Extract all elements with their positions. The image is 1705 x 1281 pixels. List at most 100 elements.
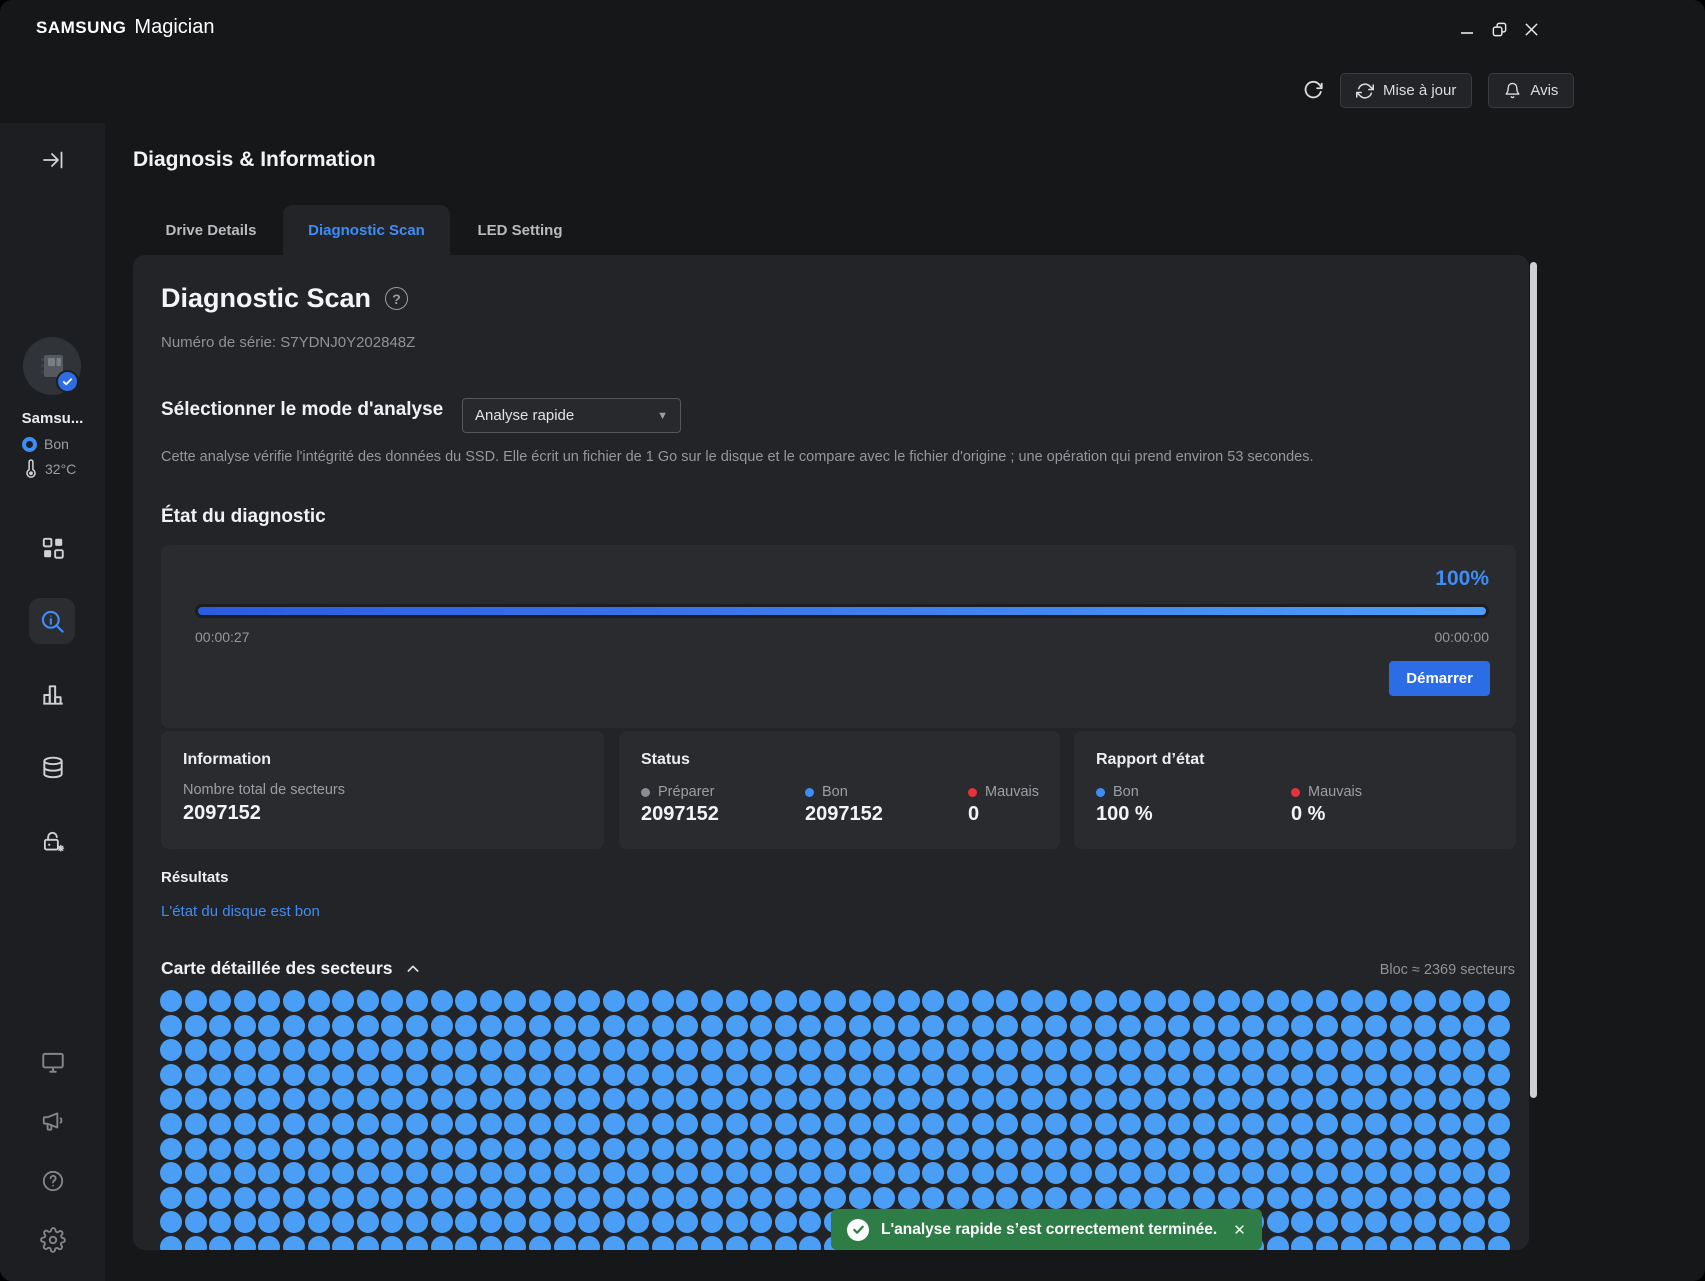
tab-drive-details[interactable]: Drive Details (141, 205, 281, 255)
sector-dot (480, 1138, 502, 1160)
refresh-button[interactable] (1302, 80, 1324, 102)
start-button[interactable]: Démarrer (1389, 661, 1490, 696)
sector-dot (898, 990, 920, 1012)
sector-dot (554, 990, 576, 1012)
sector-dot (185, 1211, 207, 1233)
sector-dot (1070, 1162, 1092, 1184)
sector-dot (996, 1113, 1018, 1135)
sector-dot (578, 1113, 600, 1135)
sector-dot (627, 1187, 649, 1209)
sector-dot (1218, 990, 1240, 1012)
sidebar-item-system[interactable] (0, 1049, 105, 1075)
sidebar-item-security[interactable] (0, 829, 105, 855)
sector-dot (1021, 1015, 1043, 1037)
sector-dot (209, 1187, 231, 1209)
sector-dot (750, 1015, 772, 1037)
sector-dot (750, 1211, 772, 1233)
sector-dot (898, 1088, 920, 1110)
sector-dot (1267, 1088, 1289, 1110)
sector-dot (1365, 1015, 1387, 1037)
sector-dot (1291, 1162, 1313, 1184)
sector-dot (849, 1113, 871, 1135)
sector-dot (209, 990, 231, 1012)
sector-dot (799, 990, 821, 1012)
sector-dot (1341, 1088, 1363, 1110)
progress-bar (195, 604, 1489, 618)
panel-scrollbar-thumb[interactable] (1530, 262, 1537, 1098)
sector-dot (480, 1187, 502, 1209)
report-card: Rapport d’état Bon 100 % Mauvais 0 % (1074, 731, 1516, 849)
close-button[interactable] (1516, 14, 1546, 44)
sector-dot (1390, 1015, 1412, 1037)
sector-dot (160, 1187, 182, 1209)
update-button[interactable]: Mise à jour (1340, 73, 1472, 108)
sector-dot (332, 1162, 354, 1184)
results-title: Résultats (161, 869, 229, 886)
toast-close-button[interactable]: ✕ (1233, 1221, 1246, 1239)
sector-dot (726, 1039, 748, 1061)
sector-dot (1488, 1162, 1510, 1184)
sector-map-header[interactable]: Carte détaillée des secteurs (161, 958, 421, 979)
sector-dot (775, 1187, 797, 1209)
sector-dot (258, 1162, 280, 1184)
sector-dot (357, 1162, 379, 1184)
sector-dot (922, 1015, 944, 1037)
header-toolbar: Mise à jour Avis (1302, 73, 1574, 108)
drive-avatar[interactable] (23, 337, 81, 395)
tab-led-setting[interactable]: LED Setting (460, 205, 580, 255)
sector-dot (627, 1162, 649, 1184)
sector-dot (922, 1064, 944, 1086)
sector-dot (1070, 990, 1092, 1012)
sidebar-item-announcements[interactable] (0, 1108, 105, 1134)
sector-dot (1316, 1162, 1338, 1184)
sector-dot (726, 1162, 748, 1184)
sector-dot (1463, 1187, 1485, 1209)
minimize-button[interactable] (1452, 14, 1482, 44)
sector-dot (1463, 1039, 1485, 1061)
sector-dot (1144, 1187, 1166, 1209)
sector-dot (1365, 1088, 1387, 1110)
sidebar-item-dashboard[interactable] (0, 535, 105, 561)
sector-dot (1267, 1138, 1289, 1160)
sector-dot (504, 1138, 526, 1160)
sector-dot (1365, 1138, 1387, 1160)
sector-dot (799, 1113, 821, 1135)
sidebar-item-settings[interactable] (0, 1227, 105, 1253)
sector-dot (455, 1138, 477, 1160)
sidebar-item-performance[interactable] (0, 682, 105, 708)
help-question-icon[interactable]: ? (385, 287, 408, 310)
sector-dot (185, 1187, 207, 1209)
sector-dot (1414, 1138, 1436, 1160)
sector-dot (1316, 1113, 1338, 1135)
sidebar-item-help[interactable] (0, 1168, 105, 1194)
sector-dot (234, 1015, 256, 1037)
sector-dot (1291, 1187, 1313, 1209)
sector-dot (1242, 1064, 1264, 1086)
sector-dot (455, 1064, 477, 1086)
sector-dot (381, 990, 403, 1012)
sector-dot (554, 1015, 576, 1037)
sidebar-item-diagnosis[interactable] (0, 608, 105, 635)
sector-dot (480, 990, 502, 1012)
sidebar-item-data-management[interactable] (0, 755, 105, 781)
scan-mode-select[interactable]: Analyse rapide ▼ (462, 398, 681, 433)
sector-dot (1291, 1088, 1313, 1110)
sector-dot (1316, 1064, 1338, 1086)
sector-dot (529, 1064, 551, 1086)
sector-dot (209, 1015, 231, 1037)
tab-diagnostic-scan[interactable]: Diagnostic Scan (283, 205, 450, 255)
sector-dot (308, 1088, 330, 1110)
results-value-link[interactable]: L'état du disque est bon (161, 903, 320, 920)
sector-dot (1218, 1064, 1240, 1086)
sector-dot (578, 1236, 600, 1250)
good-dot-icon (805, 788, 814, 797)
sector-dot (160, 1015, 182, 1037)
restore-button[interactable] (1484, 14, 1514, 44)
sector-dot (578, 1064, 600, 1086)
sector-dot (381, 1039, 403, 1061)
sector-dot (283, 1113, 305, 1135)
notice-button[interactable]: Avis (1488, 73, 1574, 108)
sector-dot (480, 1015, 502, 1037)
sidebar-expand-button[interactable] (0, 148, 105, 172)
sector-dot (185, 1064, 207, 1086)
